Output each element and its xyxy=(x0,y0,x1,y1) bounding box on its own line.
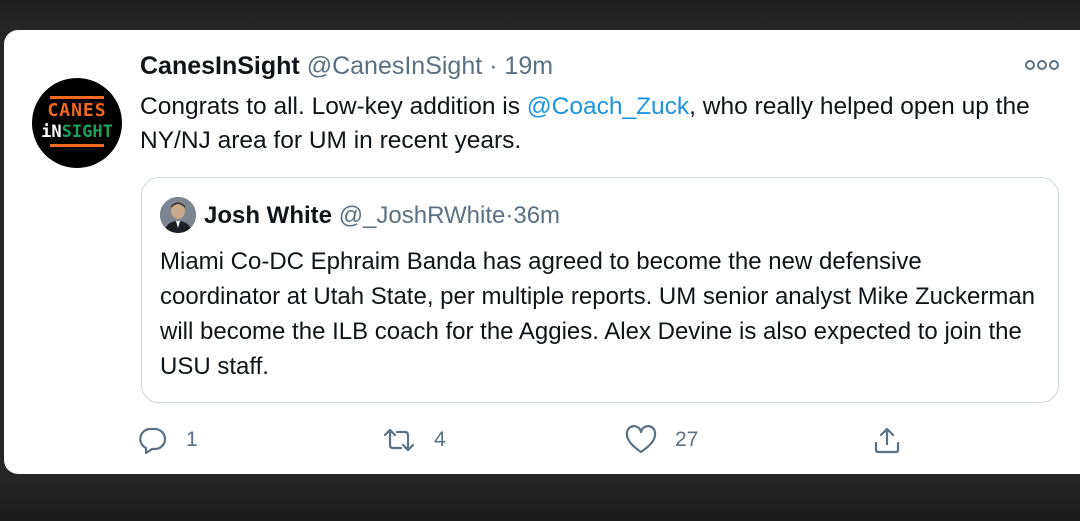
logo-insight-text: iNSIGHT xyxy=(32,124,122,141)
reply-icon xyxy=(139,427,167,455)
logo-bar xyxy=(50,96,104,99)
quoted-header: Josh White @_JoshRWhite·36m xyxy=(204,202,560,230)
like-button[interactable]: 27 xyxy=(625,424,698,456)
share-icon xyxy=(874,427,900,454)
person-avatar-icon xyxy=(160,197,196,233)
logo-bar xyxy=(50,144,104,147)
logo-canes-text: CANES xyxy=(47,100,107,121)
retweet-count: 4 xyxy=(434,428,446,451)
quoted-tweet[interactable]: Josh White @_JoshRWhite·36m Miami Co-DC … xyxy=(141,177,1059,403)
retweet-icon xyxy=(383,428,415,452)
mention-link[interactable]: @Coach_Zuck xyxy=(527,93,689,120)
reply-button[interactable]: 1 xyxy=(138,424,198,456)
share-button[interactable] xyxy=(872,424,902,456)
tweet-header: CanesInSight @CanesInSight · 19m xyxy=(140,52,553,81)
quoted-handle[interactable]: @_JoshRWhite xyxy=(339,202,506,229)
timestamp[interactable]: 19m xyxy=(504,52,553,80)
logo-sight-text: SIGHT xyxy=(61,122,113,142)
quoted-display-name[interactable]: Josh White xyxy=(204,202,332,229)
separator: · xyxy=(489,52,498,80)
tweet-card[interactable]: CANES iNSIGHT CanesInSight @CanesInSight… xyxy=(4,30,1080,474)
heart-icon xyxy=(625,425,657,454)
like-count: 27 xyxy=(675,428,699,451)
quoted-tweet-text: Miami Co-DC Ephraim Banda has agreed to … xyxy=(160,248,1036,380)
tweet-text-start: Congrats to all. Low-key addition is xyxy=(140,93,527,120)
logo-in-text: iN xyxy=(41,122,62,142)
display-name[interactable]: CanesInSight xyxy=(140,52,300,80)
retweet-button[interactable]: 4 xyxy=(382,424,446,456)
handle[interactable]: @CanesInSight xyxy=(307,52,482,80)
tweet-text: Congrats to all. Low-key addition is @Co… xyxy=(140,90,1050,158)
quoted-avatar[interactable] xyxy=(160,197,196,233)
reply-count: 1 xyxy=(186,428,198,451)
avatar[interactable]: CANES iNSIGHT xyxy=(32,78,122,168)
quoted-timestamp[interactable]: 36m xyxy=(513,202,560,229)
more-horizontal-icon[interactable] xyxy=(1022,57,1062,73)
